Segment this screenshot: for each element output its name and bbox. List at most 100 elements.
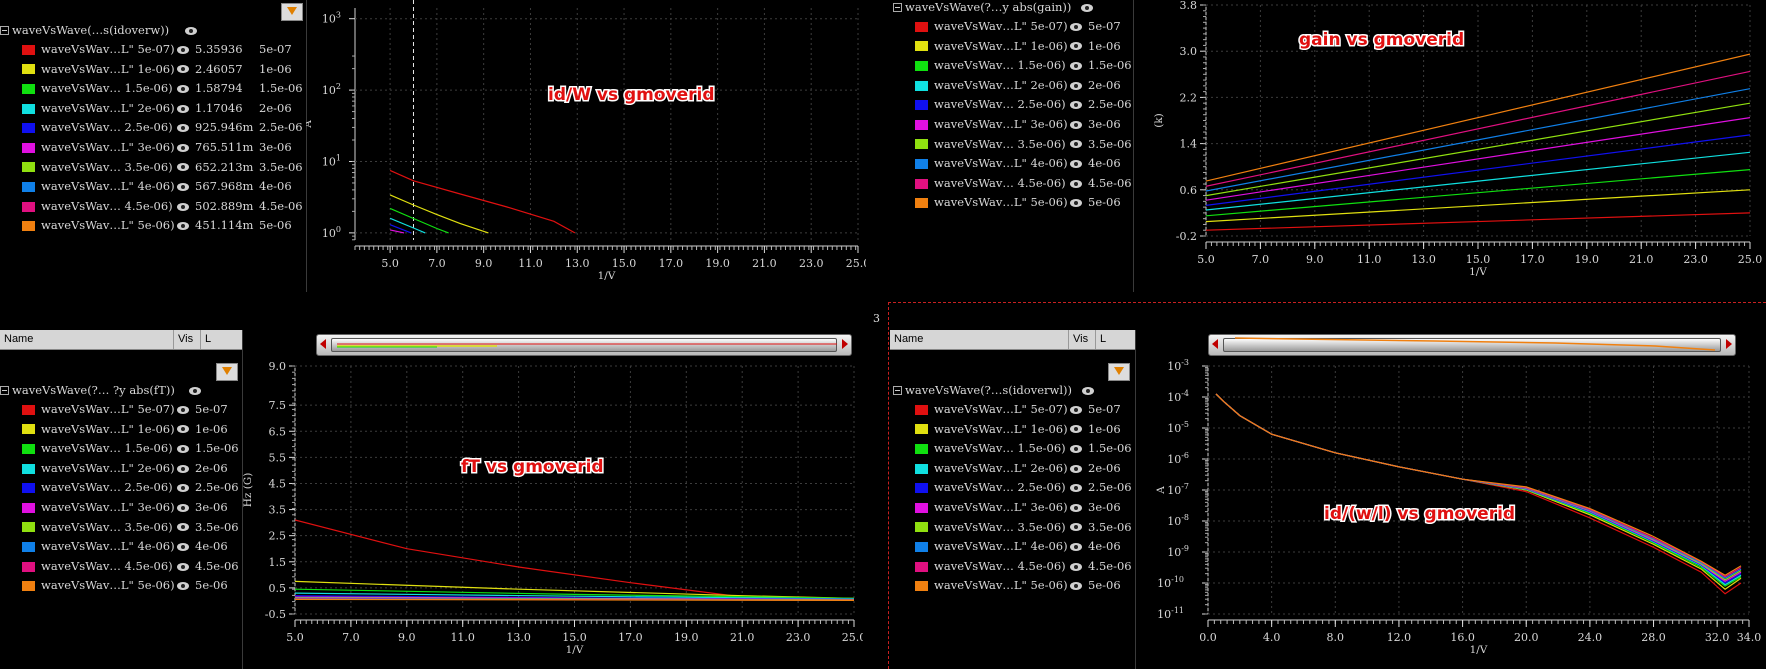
legend-item[interactable]: waveVsWav…L" 2e-06) 2e-06 — [893, 76, 1132, 96]
legend-item[interactable]: waveVsWav… 1.5e-06) 1.5e-06 — [893, 56, 1132, 76]
visibility-eye-icon[interactable] — [177, 143, 189, 152]
legend-item[interactable]: waveVsWav… 2.5e-06) 925.946m 2.5e-06 — [0, 118, 303, 138]
legend-item[interactable]: waveVsWav…L" 5e-06) 5e-06 — [893, 193, 1132, 213]
series-line[interactable] — [1215, 393, 1742, 590]
legend-item[interactable]: waveVsWav… 3.5e-06) 3.5e-06 — [893, 135, 1132, 155]
tree-header[interactable]: waveVsWave(?…y abs(gain)) — [893, 0, 1132, 17]
column-l[interactable]: L — [201, 330, 215, 349]
visibility-eye-icon[interactable] — [1070, 81, 1082, 90]
legend-item[interactable]: waveVsWav…L" 3e-06) 3e-06 — [0, 498, 239, 518]
legend-item[interactable]: waveVsWav…L" 4e-06) 567.968m 4e-06 — [0, 177, 303, 197]
visibility-eye-icon[interactable] — [177, 464, 189, 473]
series-line[interactable] — [1215, 393, 1742, 595]
eye-icon[interactable] — [185, 26, 198, 35]
column-l[interactable]: L — [1096, 330, 1110, 349]
eye-icon[interactable] — [188, 386, 201, 395]
visibility-eye-icon[interactable] — [177, 84, 189, 93]
filter-icon[interactable] — [216, 363, 238, 381]
series-line[interactable] — [1215, 393, 1742, 586]
series-line[interactable] — [1215, 393, 1742, 583]
legend-item[interactable]: waveVsWav…L" 5e-06) 451.114m 5e-06 — [0, 216, 303, 236]
visibility-eye-icon[interactable] — [1070, 425, 1082, 434]
visibility-eye-icon[interactable] — [177, 542, 189, 551]
tree-header[interactable]: waveVsWave(?…s(idoverwl)) — [893, 381, 1132, 400]
chart-id-w-vs-gmoverid[interactable]: 5.0 7.0 9.0 11.0 13.0 15.0 17.0 19.0 21.0 23.0 25.… — [306, 0, 866, 292]
visibility-eye-icon[interactable] — [177, 484, 189, 493]
series-line[interactable] — [1215, 393, 1742, 576]
visibility-eye-icon[interactable] — [1070, 464, 1082, 473]
series-line[interactable] — [1215, 393, 1742, 580]
visibility-eye-icon[interactable] — [1070, 582, 1082, 591]
scroll-left-icon[interactable] — [1212, 339, 1218, 349]
legend-item[interactable]: waveVsWav…L" 4e-06) 4e-06 — [0, 537, 239, 557]
column-name[interactable]: Name — [0, 330, 174, 349]
legend-item[interactable]: waveVsWav…L" 3e-06) 3e-06 — [893, 115, 1132, 135]
visibility-eye-icon[interactable] — [1070, 542, 1082, 551]
series-line[interactable] — [389, 229, 405, 234]
legend-item[interactable]: waveVsWav…L" 3e-06) 3e-06 — [893, 498, 1132, 518]
column-name[interactable]: Name — [890, 330, 1069, 349]
column-vis[interactable]: Vis — [174, 330, 201, 349]
legend-item[interactable]: waveVsWav… 3.5e-06) 3.5e-06 — [0, 518, 239, 538]
visibility-eye-icon[interactable] — [1070, 120, 1082, 129]
visibility-eye-icon[interactable] — [1070, 179, 1082, 188]
visibility-eye-icon[interactable] — [177, 405, 189, 414]
legend-item[interactable]: waveVsWav… 2.5e-06) 2.5e-06 — [893, 95, 1132, 115]
chart-ft-vs-gmoverid[interactable]: 5.0 7.0 9.0 11.0 13.0 15.0 17.0 19.0 21.0 23.0 25.… — [243, 356, 863, 669]
scroll-right-icon[interactable] — [842, 339, 848, 349]
x-overview-scrollbar[interactable] — [1208, 334, 1736, 356]
series-line[interactable] — [1206, 117, 1750, 201]
visibility-eye-icon[interactable] — [177, 104, 189, 113]
collapse-icon[interactable] — [893, 386, 902, 395]
visibility-eye-icon[interactable] — [1070, 503, 1082, 512]
chart-gain-vs-gmoverid[interactable]: 5.0 7.0 9.0 11.0 13.0 15.0 17.0 19.0 21.0 23.0 25.… — [1133, 0, 1766, 292]
visibility-eye-icon[interactable] — [177, 65, 189, 74]
visibility-eye-icon[interactable] — [1070, 523, 1082, 532]
visibility-eye-icon[interactable] — [177, 523, 189, 532]
series-line[interactable] — [1215, 393, 1742, 584]
legend-item[interactable]: waveVsWav… 1.5e-06) 1.5e-06 — [0, 439, 239, 459]
legend-item[interactable]: waveVsWav… 1.5e-06) 1.5e-06 — [893, 439, 1132, 459]
series-line[interactable] — [389, 207, 449, 234]
visibility-eye-icon[interactable] — [1070, 101, 1082, 110]
visibility-eye-icon[interactable] — [177, 444, 189, 453]
eye-icon[interactable] — [1082, 386, 1094, 395]
column-vis[interactable]: Vis — [1069, 330, 1096, 349]
legend-item[interactable]: waveVsWav…L" 1e-06) 2.46057 1e-06 — [0, 60, 303, 80]
visibility-eye-icon[interactable] — [1070, 405, 1082, 414]
legend-item[interactable]: waveVsWav… 3.5e-06) 652.213m 3.5e-06 — [0, 158, 303, 178]
visibility-eye-icon[interactable] — [1070, 140, 1082, 149]
legend-item[interactable]: waveVsWav… 4.5e-06) 4.5e-06 — [893, 174, 1132, 194]
legend-item[interactable]: waveVsWav… 2.5e-06) 2.5e-06 — [893, 478, 1132, 498]
legend-item[interactable]: waveVsWav…L" 4e-06) 4e-06 — [893, 537, 1132, 557]
visibility-eye-icon[interactable] — [177, 425, 189, 434]
filter-icon[interactable] — [281, 3, 303, 21]
legend-item[interactable]: waveVsWav…L" 5e-07) 5.35936 5e-07 — [0, 40, 303, 60]
visibility-eye-icon[interactable] — [177, 163, 189, 172]
visibility-eye-icon[interactable] — [1070, 484, 1082, 493]
legend-item[interactable]: waveVsWav…L" 5e-06) 5e-06 — [0, 576, 239, 596]
legend-item[interactable]: waveVsWav… 2.5e-06) 2.5e-06 — [0, 478, 239, 498]
legend-item[interactable]: waveVsWav… 4.5e-06) 4.5e-06 — [0, 557, 239, 577]
chart-id-wl-vs-gmoverid[interactable]: 0.0 4.0 8.0 12.0 16.0 20.0 24.0 28.0 32.0 34.0 1/V… — [1136, 356, 1766, 669]
legend-item[interactable]: waveVsWav…L" 5e-07) 5e-07 — [0, 400, 239, 420]
series-line[interactable] — [389, 169, 576, 234]
visibility-eye-icon[interactable] — [1070, 42, 1082, 51]
scroll-right-icon[interactable] — [1726, 339, 1732, 349]
visibility-eye-icon[interactable] — [177, 222, 189, 231]
visibility-eye-icon[interactable] — [1070, 22, 1082, 31]
visibility-eye-icon[interactable] — [177, 582, 189, 591]
series-line[interactable] — [1206, 70, 1750, 187]
legend-item[interactable]: waveVsWav…L" 1e-06) 1e-06 — [893, 37, 1132, 57]
visibility-eye-icon[interactable] — [177, 562, 189, 571]
scroll-left-icon[interactable] — [320, 339, 326, 349]
collapse-icon[interactable] — [0, 26, 9, 35]
legend-item[interactable]: waveVsWav… 3.5e-06) 3.5e-06 — [893, 518, 1132, 538]
x-overview-scrollbar[interactable] — [316, 334, 852, 356]
series-line[interactable] — [389, 194, 489, 234]
visibility-eye-icon[interactable] — [177, 202, 189, 211]
visibility-eye-icon[interactable] — [1070, 562, 1082, 571]
legend-item[interactable]: waveVsWav…L" 5e-07) 5e-07 — [893, 400, 1132, 420]
collapse-icon[interactable] — [0, 386, 9, 395]
tree-header[interactable]: waveVsWave(…s(idoverw)) — [0, 21, 303, 40]
